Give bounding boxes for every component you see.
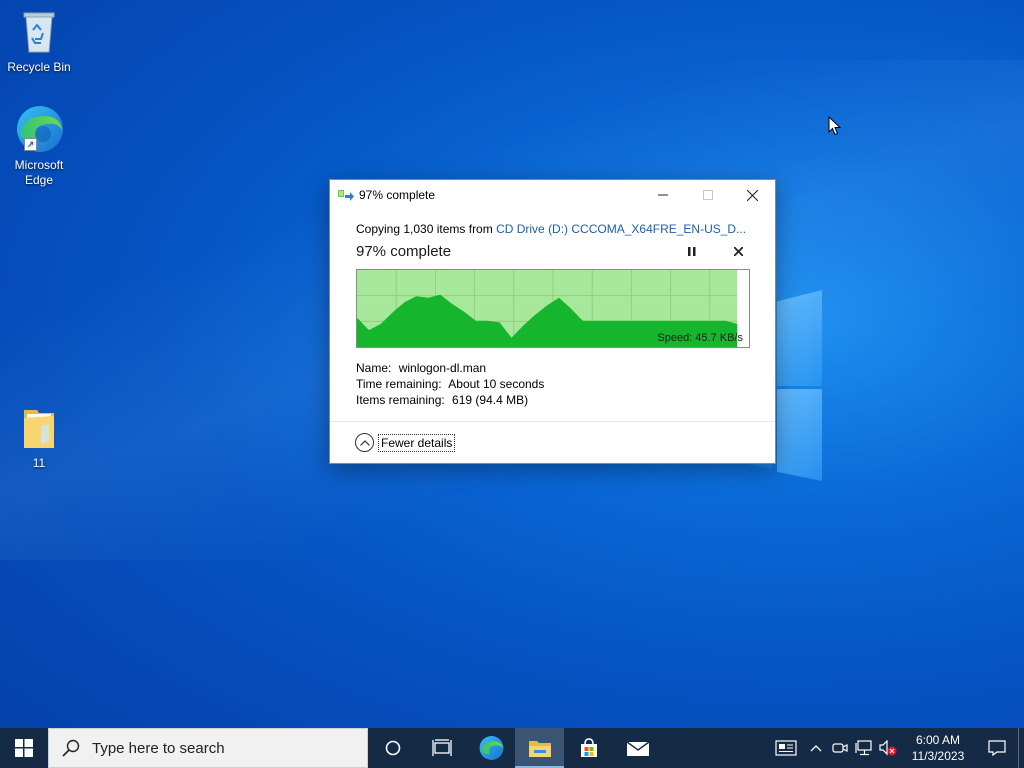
clock-time: 6:00 AM	[915, 733, 961, 747]
copy-icon	[338, 188, 354, 202]
recycle-bin-icon	[2, 8, 76, 58]
time-remaining-label: Time remaining:	[356, 377, 442, 391]
edge-icon: ↗	[14, 104, 64, 156]
dialog-titlebar[interactable]: 97% complete	[330, 180, 775, 210]
source-link[interactable]: CD Drive (D:) CCCOMA_X64FRE_EN-US_D...	[496, 222, 746, 236]
transfer-speed-graph: Speed: 45.7 KB/s	[356, 269, 750, 348]
mouse-cursor-icon	[828, 115, 842, 139]
dialog-title: 97% complete	[359, 188, 436, 202]
folder-icon	[2, 404, 76, 454]
shortcut-arrow-icon: ↗	[24, 138, 37, 151]
name-label: Name:	[356, 361, 392, 375]
taskbar: Type here to search 6:00 AM 11/3/2023	[0, 728, 1024, 768]
clock-button[interactable]: 6:00 AM 11/3/2023	[900, 728, 976, 768]
desktop-icon-recycle-bin[interactable]: Recycle Bin	[2, 8, 76, 75]
task-view-button[interactable]	[417, 728, 466, 768]
network-icon	[855, 740, 872, 756]
edge-taskbar-button[interactable]	[466, 728, 515, 768]
show-desktop-button[interactable]	[1018, 728, 1024, 768]
news-icon	[775, 740, 797, 756]
microsoft-store-taskbar-button[interactable]	[564, 728, 613, 768]
volume-button[interactable]	[876, 728, 900, 768]
desktop-icon-label: 11	[32, 456, 46, 470]
volume-muted-icon	[879, 740, 897, 756]
notification-center-button[interactable]	[976, 728, 1018, 768]
store-bag-icon	[580, 738, 597, 757]
notification-icon	[988, 740, 1006, 756]
mail-envelope-icon	[626, 741, 649, 756]
copy-summary: Copying 1,030 items from CD Drive (D:) C…	[356, 222, 749, 236]
fewer-details-label: Fewer details	[378, 433, 456, 452]
items-remaining-value: 619 (94.4 MB)	[452, 393, 529, 407]
minimize-button[interactable]	[640, 180, 685, 210]
maximize-icon	[702, 190, 713, 200]
desktop-icon-label: Recycle Bin	[7, 60, 71, 74]
edge-icon	[479, 736, 503, 760]
speed-text: Speed: 45.7 KB/s	[657, 332, 743, 344]
clock-date: 11/3/2023	[911, 749, 965, 763]
pause-icon	[688, 246, 696, 256]
items-remaining-label: Items remaining:	[356, 393, 445, 407]
show-hidden-icons-button[interactable]	[804, 728, 828, 768]
search-placeholder: Type here to search	[92, 739, 225, 757]
dialog-divider	[330, 421, 775, 422]
meet-now-button[interactable]	[828, 728, 852, 768]
start-button[interactable]	[0, 728, 48, 768]
file-explorer-taskbar-button[interactable]	[515, 728, 564, 768]
fewer-details-button[interactable]: Fewer details	[355, 433, 456, 452]
pause-button[interactable]	[681, 240, 703, 262]
chevron-up-icon	[810, 745, 822, 752]
close-button[interactable]	[730, 180, 775, 210]
percent-complete-text: 97% complete	[356, 242, 452, 260]
cortana-button[interactable]	[368, 728, 417, 768]
search-icon	[62, 739, 80, 757]
windows-start-icon	[15, 739, 33, 757]
meet-now-icon	[832, 743, 848, 753]
time-remaining-value: About 10 seconds	[448, 377, 545, 391]
file-explorer-icon	[528, 741, 551, 757]
cancel-icon	[733, 246, 743, 256]
name-value: winlogon-dl.man	[398, 361, 487, 375]
cancel-button[interactable]	[727, 240, 749, 262]
news-widget-button[interactable]	[768, 728, 804, 768]
time-remaining-row: Time remaining: About 10 seconds	[356, 376, 749, 392]
details-section: Name: winlogon-dl.man Time remaining: Ab…	[356, 360, 749, 408]
copy-progress-dialog: 97% complete Copying 1,030 items from CD…	[329, 179, 776, 464]
task-view-icon	[431, 739, 452, 756]
maximize-button	[685, 180, 730, 210]
minimize-icon	[657, 194, 668, 196]
desktop-icon-folder-11[interactable]: 11	[2, 404, 76, 471]
desktop-icon-label: Microsoft Edge	[14, 158, 64, 187]
cortana-circle-icon	[385, 740, 400, 756]
items-remaining-row: Items remaining: 619 (94.4 MB)	[356, 392, 749, 408]
close-icon	[747, 189, 758, 201]
chevron-up-icon	[355, 433, 374, 452]
copy-summary-to: to	[746, 222, 749, 236]
desktop-icon-edge[interactable]: ↗ Microsoft Edge	[2, 104, 76, 188]
name-row: Name: winlogon-dl.man	[356, 360, 749, 376]
search-box[interactable]: Type here to search	[48, 728, 368, 768]
copy-summary-prefix: Copying 1,030 items from	[356, 222, 497, 236]
system-tray: 6:00 AM 11/3/2023	[768, 728, 1024, 768]
mail-taskbar-button[interactable]	[613, 728, 662, 768]
network-button[interactable]	[852, 728, 876, 768]
